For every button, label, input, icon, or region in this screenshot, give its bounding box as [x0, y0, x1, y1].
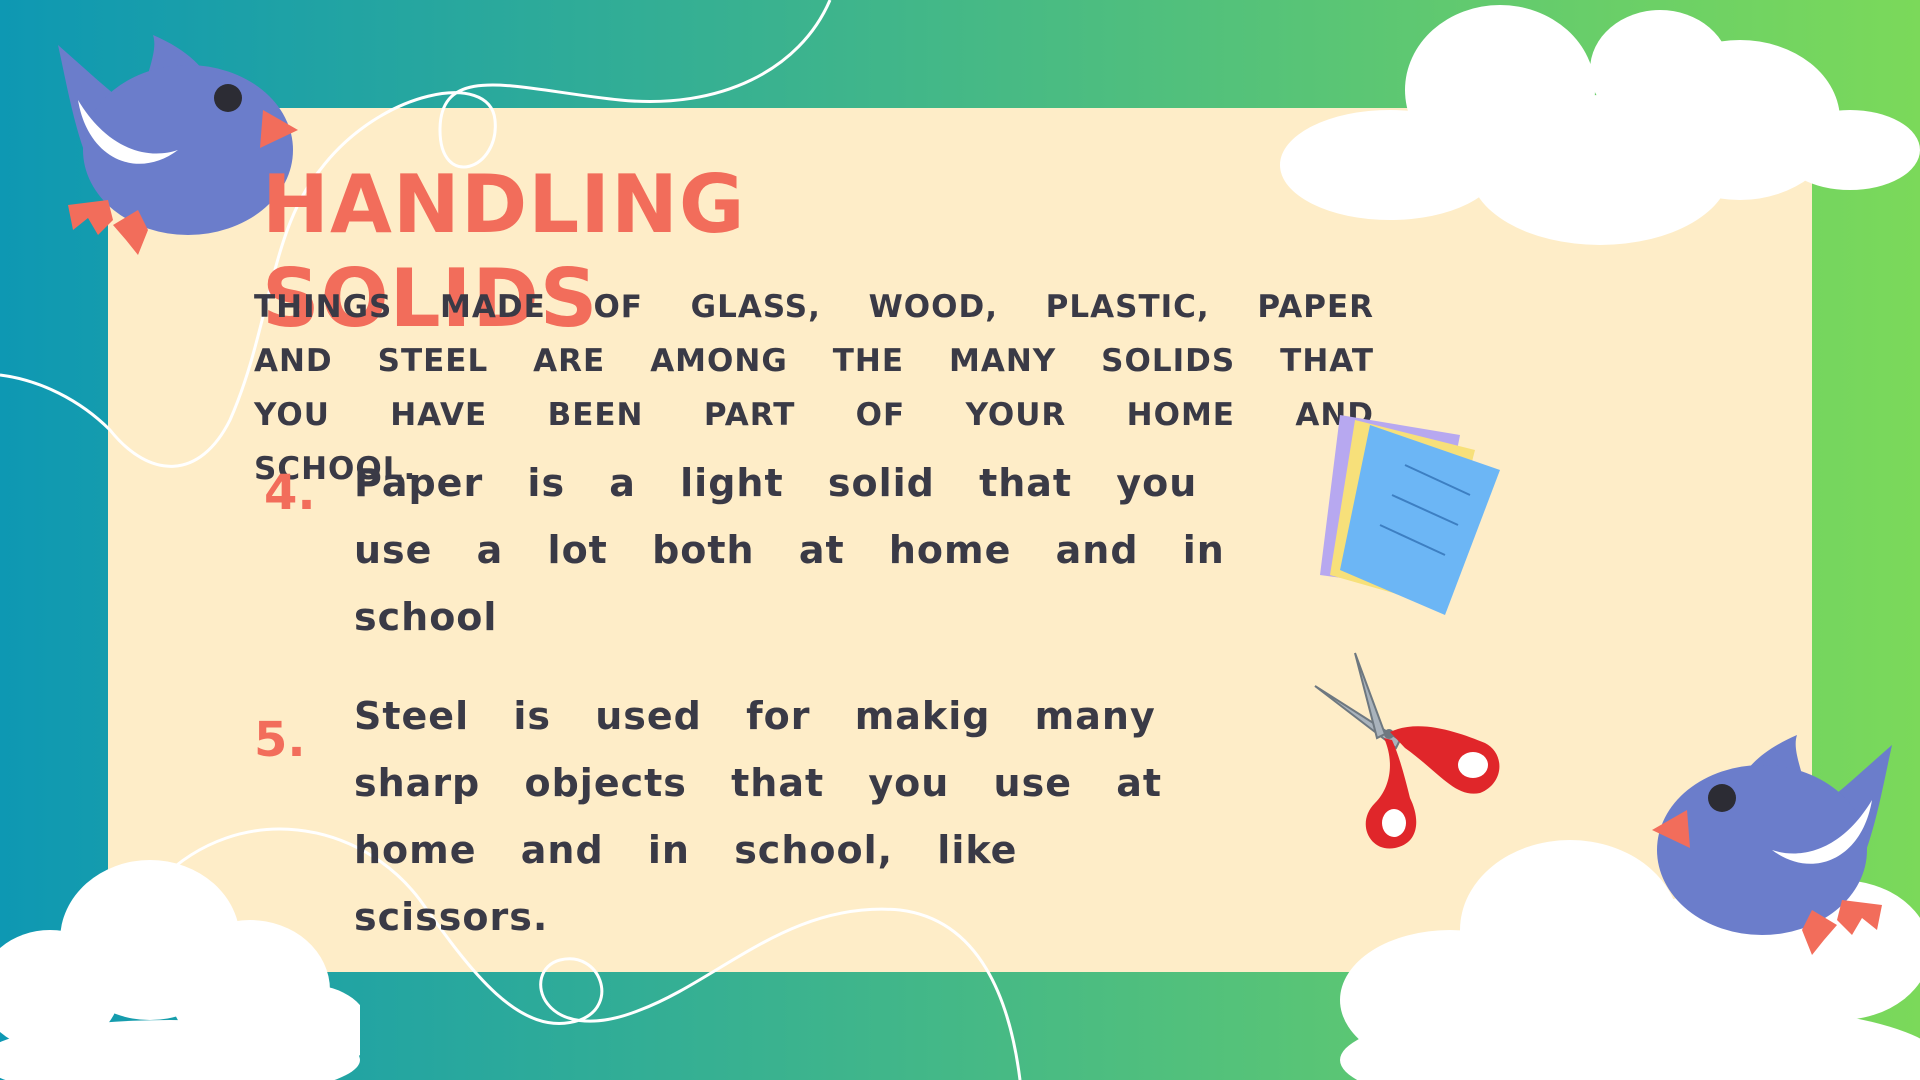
scissors-icon: [1314, 652, 1500, 849]
cloud-icon: [1280, 5, 1920, 245]
bird-icon: [58, 35, 298, 255]
item-text: Steel is used for makig many sharp objec…: [354, 694, 1163, 939]
item-number: 4.: [264, 465, 316, 521]
item-text: Paper is a light solid that you use a lo…: [354, 461, 1225, 639]
bird-icon: [1652, 735, 1892, 955]
cloud-icon: [0, 860, 360, 1080]
item-number: 5.: [254, 712, 306, 768]
paper-sheets-icon: [1320, 415, 1500, 615]
